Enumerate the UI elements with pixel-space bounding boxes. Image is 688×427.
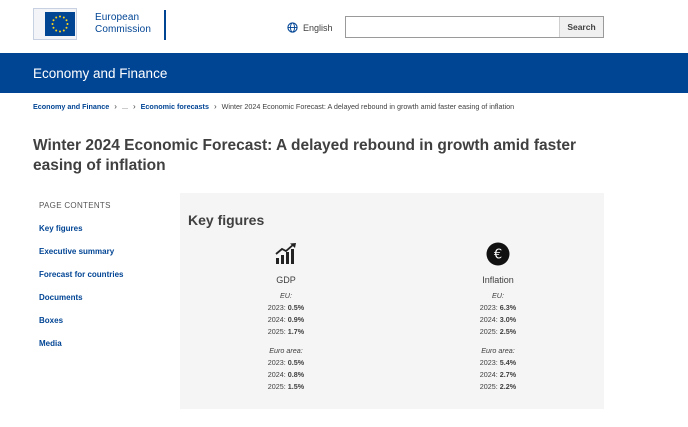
page-title: Winter 2024 Economic Forecast: A delayed… bbox=[33, 137, 577, 174]
breadcrumb: Economy and Finance › ... › Economic for… bbox=[33, 102, 514, 111]
inflation-title: Inflation bbox=[482, 275, 514, 285]
gdp-ea-label: Euro area: bbox=[269, 346, 303, 355]
logo-text: European Commission bbox=[95, 12, 151, 36]
gdp-ea-row: 2023: 0.5% bbox=[267, 358, 305, 367]
nav-item-key-figures[interactable]: Key figures bbox=[39, 224, 83, 233]
breadcrumb-current: Winter 2024 Economic Forecast: A delayed… bbox=[221, 102, 515, 111]
search-input[interactable] bbox=[346, 17, 559, 37]
nav-item-executive-summary[interactable]: Executive summary bbox=[39, 247, 114, 256]
european-commission-logo[interactable]: European Commission bbox=[33, 6, 168, 42]
breadcrumb-home[interactable]: Economy and Finance bbox=[33, 102, 109, 111]
logo-line-1: European bbox=[95, 12, 140, 23]
logo-line-2: Commission bbox=[95, 24, 152, 35]
page-contents-nav: PAGE CONTENTS Key figures Executive summ… bbox=[39, 201, 123, 348]
logo-divider bbox=[164, 10, 166, 40]
nav-item-media[interactable]: Media bbox=[39, 339, 62, 348]
euro-coin-icon: € bbox=[486, 242, 510, 266]
gdp-eu-row: 2025: 1.7% bbox=[267, 327, 305, 336]
gdp-ea-row: 2024: 0.8% bbox=[267, 370, 305, 379]
search-button[interactable]: Search bbox=[559, 17, 603, 37]
inflation-eu-row: 2025: 2.5% bbox=[479, 327, 517, 336]
language-selector[interactable]: English bbox=[287, 22, 333, 33]
chevron-right-icon: › bbox=[213, 102, 217, 111]
nav-item-documents[interactable]: Documents bbox=[39, 293, 83, 302]
breadcrumb-ellipsis[interactable]: ... bbox=[122, 102, 128, 111]
svg-text:€: € bbox=[494, 248, 502, 263]
nav-item-boxes[interactable]: Boxes bbox=[39, 316, 63, 325]
globe-icon bbox=[287, 22, 298, 33]
gdp-eu-row: 2023: 0.5% bbox=[267, 303, 305, 312]
gdp-ea-row: 2025: 1.5% bbox=[267, 382, 305, 391]
breadcrumb-section[interactable]: Economic forecasts bbox=[141, 102, 209, 111]
site-header: European Commission English Search bbox=[0, 0, 688, 53]
inflation-eu-row: 2024: 3.0% bbox=[479, 315, 517, 324]
key-figures-heading: Key figures bbox=[188, 212, 265, 228]
growth-chart-icon bbox=[275, 243, 296, 264]
chevron-right-icon: › bbox=[114, 102, 117, 111]
inflation-ea-label: Euro area: bbox=[481, 346, 515, 355]
inflation-column: € Inflation EU: 2023: 6.3% 2024: 3.0% 20… bbox=[448, 242, 548, 391]
nav-item-forecast-for-countries[interactable]: Forecast for countries bbox=[39, 270, 123, 279]
language-label: English bbox=[303, 22, 333, 33]
inflation-ea-row: 2023: 5.4% bbox=[479, 358, 517, 367]
inflation-eu-row: 2023: 6.3% bbox=[479, 303, 517, 312]
chevron-right-icon: › bbox=[132, 102, 136, 111]
inflation-ea-row: 2025: 2.2% bbox=[479, 382, 517, 391]
key-figures-panel: Key figures GDP EU: 2023: 0.5% 2024: 0.9… bbox=[180, 193, 604, 409]
page-contents-caption: PAGE CONTENTS bbox=[39, 201, 111, 210]
site-name[interactable]: Economy and Finance bbox=[33, 66, 167, 81]
inflation-eu-label: EU: bbox=[492, 291, 504, 300]
gdp-title: GDP bbox=[276, 275, 296, 285]
logo-flag-icon bbox=[33, 8, 77, 40]
inflation-ea-row: 2024: 2.7% bbox=[479, 370, 517, 379]
gdp-column: GDP EU: 2023: 0.5% 2024: 0.9% 2025: 1.7%… bbox=[236, 242, 336, 391]
site-banner: Economy and Finance bbox=[0, 53, 688, 93]
gdp-eu-label: EU: bbox=[280, 291, 292, 300]
search-box: Search bbox=[345, 16, 604, 38]
gdp-eu-row: 2024: 0.9% bbox=[267, 315, 305, 324]
